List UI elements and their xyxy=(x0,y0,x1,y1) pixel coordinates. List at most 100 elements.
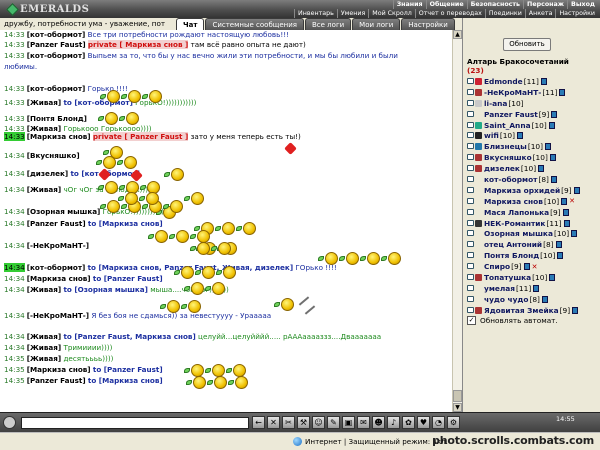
private-chat-icon[interactable] xyxy=(467,306,474,313)
menu-item[interactable]: Персонаж xyxy=(523,0,567,9)
private-chat-icon[interactable] xyxy=(467,77,474,84)
refresh-button[interactable]: Обновить xyxy=(503,38,551,51)
chat-nick[interactable]: [Маркиза снов] xyxy=(27,365,91,374)
user-row[interactable]: кот-обормот [8] xyxy=(467,174,599,185)
private-chat-icon[interactable] xyxy=(467,175,474,182)
private-target[interactable]: private [ Маркиза снов ] xyxy=(87,40,189,49)
menu-item[interactable]: Умения xyxy=(336,9,368,18)
user-row[interactable]: -НеКроМаНТ- [11] xyxy=(467,87,599,98)
user-name[interactable]: отец Антоний xyxy=(484,240,542,249)
chat-nick[interactable]: [Маркиза снов] xyxy=(27,132,91,141)
chat-nick[interactable]: [кот-обормот] xyxy=(27,84,86,93)
menu-item[interactable]: Мой Скролл xyxy=(368,9,414,18)
chat-nick[interactable]: [кот-обормот] xyxy=(27,51,86,60)
user-name[interactable]: Озорная мышка xyxy=(484,229,553,238)
info-icon[interactable] xyxy=(550,175,557,183)
info-icon[interactable] xyxy=(551,110,558,118)
chat-nick[interactable]: [Panzer Faust] xyxy=(27,376,86,385)
chat-nick[interactable]: [Маркиза снов] xyxy=(27,274,91,283)
user-name[interactable]: Маркиза снов xyxy=(484,197,543,206)
user-row[interactable]: НЕК-Романтик [11] xyxy=(467,218,599,229)
user-name[interactable]: Saint_Anna xyxy=(484,121,531,130)
app-logo[interactable]: EMERALDS xyxy=(6,1,89,17)
info-icon[interactable] xyxy=(559,88,566,96)
private-chat-icon[interactable] xyxy=(467,241,474,248)
private-chat-icon[interactable] xyxy=(467,154,474,161)
user-name[interactable]: дизелек xyxy=(484,164,520,173)
menu-item[interactable]: Знания xyxy=(392,0,426,9)
menu-item[interactable]: Поединки xyxy=(484,9,525,18)
user-name[interactable]: Близнецы xyxy=(484,142,527,151)
private-chat-icon[interactable] xyxy=(467,295,474,302)
to-recipients[interactable]: to [Panzer Faust] xyxy=(93,274,163,283)
chat-nick[interactable]: [Panzer Faust] xyxy=(27,40,86,49)
chat-nick[interactable]: [-НеКроМаНТ-] xyxy=(27,241,89,250)
chat-nick[interactable]: [Живая] xyxy=(27,185,61,194)
user-name[interactable]: Ядовитая Змейка xyxy=(484,306,559,315)
info-icon[interactable] xyxy=(544,143,551,151)
chat-nick[interactable]: [Озорная мышка] xyxy=(27,207,101,216)
scroll-thumb[interactable] xyxy=(453,390,462,402)
menu-item[interactable]: Безопасность xyxy=(466,0,523,9)
chat-nick[interactable]: [кот-обормот] xyxy=(27,30,86,39)
info-icon[interactable] xyxy=(562,208,569,216)
to-recipients[interactable]: to [Маркиза снов] xyxy=(88,219,163,228)
tab-1[interactable]: Системные сообщения xyxy=(205,18,304,30)
private-chat-icon[interactable] xyxy=(467,263,474,270)
smile-icon[interactable]: ☻ xyxy=(372,416,385,429)
to-recipients[interactable]: to [Panzer Faust] xyxy=(93,365,163,374)
info-icon[interactable] xyxy=(572,306,579,314)
tab-4[interactable]: Настройки xyxy=(401,18,455,30)
box-icon[interactable]: ▣ xyxy=(342,416,355,429)
user-icon[interactable] xyxy=(3,416,16,429)
heart-icon[interactable]: ♥ xyxy=(417,416,430,429)
user-name[interactable]: кот-обормот xyxy=(484,175,537,184)
user-name[interactable]: Спиро xyxy=(484,262,510,271)
info-icon[interactable] xyxy=(563,219,570,227)
info-icon[interactable] xyxy=(541,295,548,303)
hammer-icon[interactable]: ⚒ xyxy=(297,416,310,429)
autoupdate-option[interactable]: ✓ Обновлять автомат. xyxy=(467,316,558,325)
user-row[interactable]: li-ana [10] xyxy=(467,98,599,109)
chat-nick[interactable]: [-НеКроМаНТ-] xyxy=(27,311,89,320)
user-row[interactable]: отец Антоний [8] xyxy=(467,239,599,250)
private-chat-icon[interactable] xyxy=(467,219,474,226)
chat-nick[interactable]: [Panzer Faust] xyxy=(27,219,86,228)
user-row[interactable]: Вкусняшко [10] xyxy=(467,152,599,163)
info-icon[interactable] xyxy=(540,77,547,85)
info-icon[interactable] xyxy=(555,241,562,249)
info-icon[interactable] xyxy=(548,121,555,129)
to-recipients[interactable]: to [Маркиза снов] xyxy=(88,376,163,385)
user-name[interactable]: Edmonde xyxy=(484,77,523,86)
user-name[interactable]: НЕК-Романтик xyxy=(484,219,545,228)
user-name[interactable]: Понтя Блонд xyxy=(484,251,539,260)
cross-icon[interactable]: ✕ xyxy=(267,416,280,429)
chat-scrollbar[interactable]: ▲ ▼ xyxy=(452,30,462,412)
menu-item[interactable]: Выход xyxy=(567,0,598,9)
private-chat-icon[interactable] xyxy=(467,186,474,193)
info-icon[interactable] xyxy=(549,273,556,281)
info-icon[interactable] xyxy=(533,284,540,292)
clock-icon[interactable]: ◔ xyxy=(432,416,445,429)
user-row[interactable]: Озорная мышка [10] xyxy=(467,228,599,239)
user-row[interactable]: Близнецы [10] xyxy=(467,141,599,152)
private-chat-icon[interactable] xyxy=(467,132,474,139)
user-name[interactable]: wifi xyxy=(484,131,499,140)
pen-icon[interactable]: ✎ xyxy=(327,416,340,429)
user-row[interactable]: умелая [11] xyxy=(467,283,599,294)
chat-nick[interactable]: [Живая] xyxy=(27,285,61,294)
private-chat-icon[interactable] xyxy=(467,230,474,237)
info-icon[interactable] xyxy=(571,230,578,238)
info-icon[interactable] xyxy=(573,186,580,194)
user-name[interactable]: Топатушка xyxy=(484,273,531,282)
user-row[interactable]: Edmonde [11] xyxy=(467,76,599,87)
chat-nick[interactable]: [Живая] xyxy=(27,332,61,341)
private-chat-icon[interactable] xyxy=(467,99,474,106)
person-icon[interactable]: ☺ xyxy=(312,416,325,429)
private-chat-icon[interactable] xyxy=(467,208,474,215)
user-row[interactable]: Мася Лапонька [9] xyxy=(467,207,599,218)
menu-item[interactable]: Отчет о переводах xyxy=(414,9,485,18)
menu-item[interactable]: Инвентарь xyxy=(294,9,337,18)
chat-nick[interactable]: [Понтя Блонд] xyxy=(27,114,87,123)
menu-item[interactable]: Анкета xyxy=(524,9,556,18)
